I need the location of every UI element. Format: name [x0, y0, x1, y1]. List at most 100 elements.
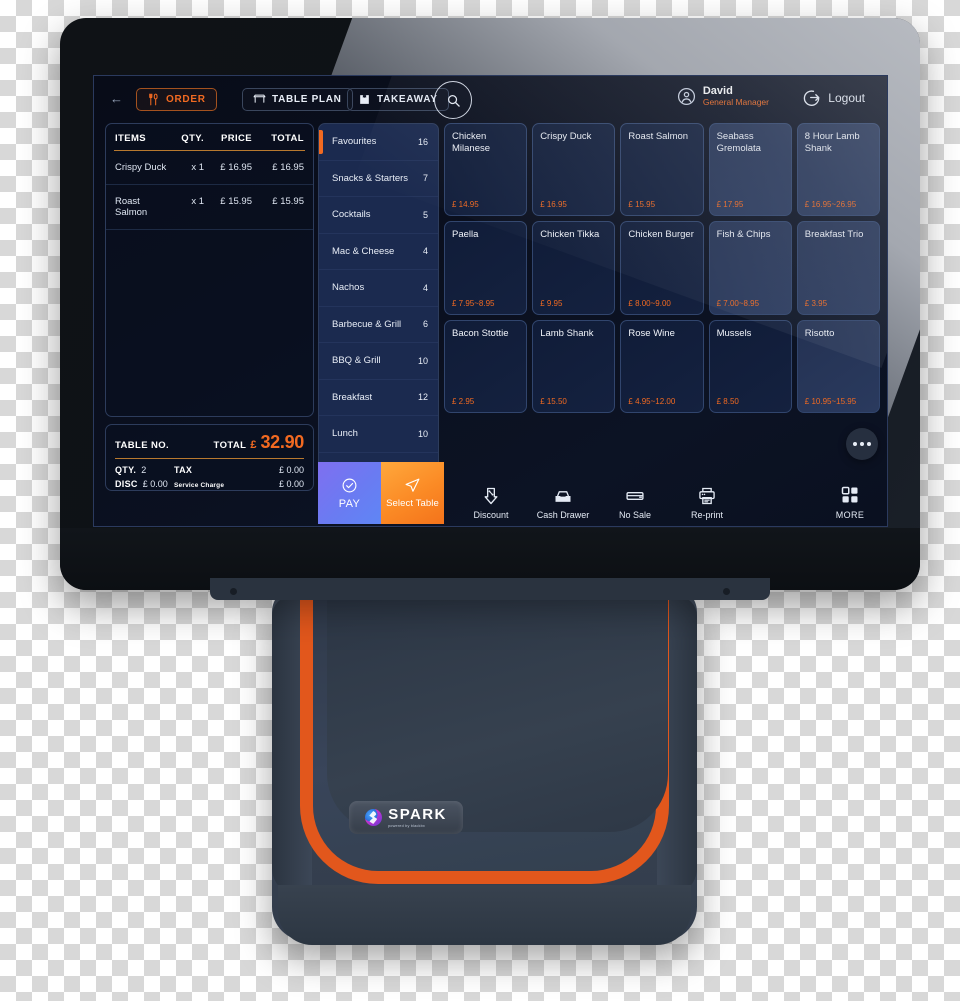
category-item-mac-cheese[interactable]: Mac & Cheese 4 [319, 234, 438, 270]
user-profile[interactable]: David General Manager [677, 85, 769, 107]
category-item-favourites[interactable]: Favourites 16 [319, 124, 438, 161]
product-name: Chicken Milanese [452, 131, 491, 154]
product-name: Breakfast Trio [804, 229, 864, 241]
product-tile[interactable]: Fish & Chips £ 7.00~8.95 [708, 221, 792, 315]
terminal-stand: SPARK powered by blackbx [272, 584, 697, 945]
nav-tab-takeaway-label: TAKEAWAY [377, 94, 438, 105]
no-sale-icon [626, 491, 644, 500]
product-price: £ 7.00~8.95 [716, 298, 760, 308]
product-price: £ 4.95~12.00 [628, 397, 676, 406]
order-table-header: ITEMS QTY. PRICE TOTAL [106, 124, 313, 150]
category-name: Mac & Cheese [332, 245, 395, 257]
back-button[interactable]: ← [110, 92, 123, 105]
product-price: £ 3.95 [804, 298, 828, 308]
product-tile[interactable]: Seabass Gremolata £ 17.95 [708, 123, 792, 217]
product-tile[interactable]: Risotto £ 10.95~15.95 [796, 319, 880, 413]
product-tile[interactable]: Paella £ 7.95~8.95 [444, 221, 528, 315]
select-table-button-label: Select Table [386, 498, 439, 509]
nav-tab-table-plan[interactable]: TABLE PLAN [242, 88, 353, 111]
order-row-price: £ 16.95 [220, 162, 252, 173]
category-count: 12 [417, 392, 428, 403]
order-rows: Crispy Duck x 1 £ 16.95 £ 16.95 Roast Salmon… [106, 151, 313, 230]
order-col-price: PRICE [220, 133, 252, 144]
select-table-button[interactable]: Select Table [381, 462, 444, 524]
logout-button[interactable]: Logout [802, 88, 865, 107]
order-row[interactable]: Crispy Duck x 1 £ 16.95 £ 16.95 [106, 151, 313, 185]
order-col-total: TOTAL [271, 133, 304, 144]
product-price: £ 2.95 [452, 397, 475, 406]
more-button-label: MORE [835, 510, 865, 520]
category-name: Nachos [332, 282, 365, 294]
category-item-nachos[interactable]: Nachos 4 [319, 270, 438, 307]
discount-button-label: Discount [473, 509, 509, 520]
product-tile[interactable]: Chicken Tikka £ 9.95 [532, 221, 616, 315]
search-button[interactable] [434, 81, 472, 119]
order-row-total: £ 15.95 [272, 196, 304, 207]
pay-button[interactable]: PAY [318, 462, 381, 524]
check-circle-icon [342, 478, 357, 492]
hinge-screw-right [723, 588, 730, 595]
category-item-cocktails[interactable]: Cocktails 5 [319, 197, 438, 234]
order-items-panel: ITEMS QTY. PRICE TOTAL Crispy Duck x 1 £ 1… [105, 123, 314, 417]
product-tile[interactable]: Lamb Shank £ 15.50 [532, 319, 616, 413]
cash-drawer-button-label: Cash Drawer [536, 509, 590, 520]
product-price: £ 8.00~9.00 [628, 298, 671, 308]
hinge-screw-left [230, 588, 237, 595]
product-price: £ 8.50 [716, 397, 739, 406]
user-name: David [702, 85, 733, 97]
category-name: BBQ & Grill [332, 355, 381, 367]
product-name: Paella [452, 229, 479, 241]
ellipsis-icon [867, 442, 871, 446]
cutlery-icon [149, 93, 158, 106]
top-bar: ← ORDER TABLE PLAN TAKEAWAY David Genera… [94, 76, 887, 123]
reprint-button[interactable]: Re-print [670, 486, 744, 520]
product-tile[interactable]: Roast Salmon £ 15.95 [620, 123, 704, 217]
category-item-lunch[interactable]: Lunch 10 [319, 416, 438, 453]
product-price: £ 10.95~15.95 [804, 397, 857, 406]
order-row-total: £ 16.95 [272, 162, 304, 173]
more-button[interactable]: MORE [821, 485, 879, 520]
category-item-breakfast[interactable]: Breakfast 12 [319, 380, 438, 416]
product-name: Chicken Tikka [540, 229, 600, 241]
product-tile[interactable]: Chicken Burger £ 8.00~9.00 [620, 221, 704, 315]
category-count: 16 [417, 136, 428, 147]
product-tile[interactable]: Chicken Milanese £ 14.95 [444, 123, 528, 217]
order-row[interactable]: Roast Salmon x 1 £ 15.95 £ 15.95 [106, 185, 313, 230]
product-grid: Chicken Milanese £ 14.95 Crispy Duck £ 16.9… [444, 123, 880, 413]
product-tile[interactable]: Rose Wine £ 4.95~12.00 [620, 319, 704, 413]
product-price: £ 16.95~26.95 [804, 200, 857, 210]
stand-inner-panel [327, 584, 668, 832]
more-options-button[interactable] [846, 428, 878, 460]
table-icon [253, 94, 266, 103]
category-name: Lunch [332, 428, 358, 440]
no-sale-button[interactable]: No Sale [598, 486, 672, 520]
category-item-bbq-grill[interactable]: BBQ & Grill 10 [319, 343, 438, 380]
category-name: Barbecue & Grill [332, 318, 402, 330]
category-item-barbecue-grill[interactable]: Barbecue & Grill 6 [319, 307, 438, 343]
product-tile[interactable]: Breakfast Trio £ 3.95 [796, 221, 880, 315]
nav-tab-order[interactable]: ORDER [136, 88, 217, 111]
product-tile[interactable]: Crispy Duck £ 16.95 [532, 123, 616, 217]
product-tile[interactable]: Bacon Stottie £ 2.95 [444, 319, 528, 413]
cash-drawer-button[interactable]: Cash Drawer [526, 486, 600, 520]
product-tile[interactable]: 8 Hour Lamb Shank £ 16.95~26.95 [796, 123, 880, 217]
order-col-qty: QTY. [181, 133, 204, 144]
order-row-qty: x 1 [191, 196, 204, 207]
discount-button[interactable]: Discount [454, 486, 528, 520]
product-name: Roast Salmon [628, 131, 689, 142]
order-row-item: Roast Salmon [115, 196, 148, 218]
product-name: Risotto [804, 327, 835, 339]
category-count: 5 [422, 209, 428, 220]
product-name: Lamb Shank [540, 327, 594, 339]
printer-icon [699, 487, 715, 504]
product-name: Mussels [716, 327, 752, 339]
product-price: £ 17.95 [716, 200, 744, 210]
product-tile[interactable]: Mussels £ 8.50 [708, 319, 792, 413]
category-count: 6 [422, 319, 428, 330]
user-role: General Manager [702, 96, 769, 107]
order-col-items: ITEMS [115, 133, 147, 144]
category-list[interactable]: Favourites 16 Snacks & Starters 7 Cocktails 5… [318, 123, 439, 491]
category-name: Favourites [332, 136, 377, 148]
category-item-snacks-starters[interactable]: Snacks & Starters 7 [319, 161, 438, 197]
total-amount: 32.90 [260, 432, 304, 452]
